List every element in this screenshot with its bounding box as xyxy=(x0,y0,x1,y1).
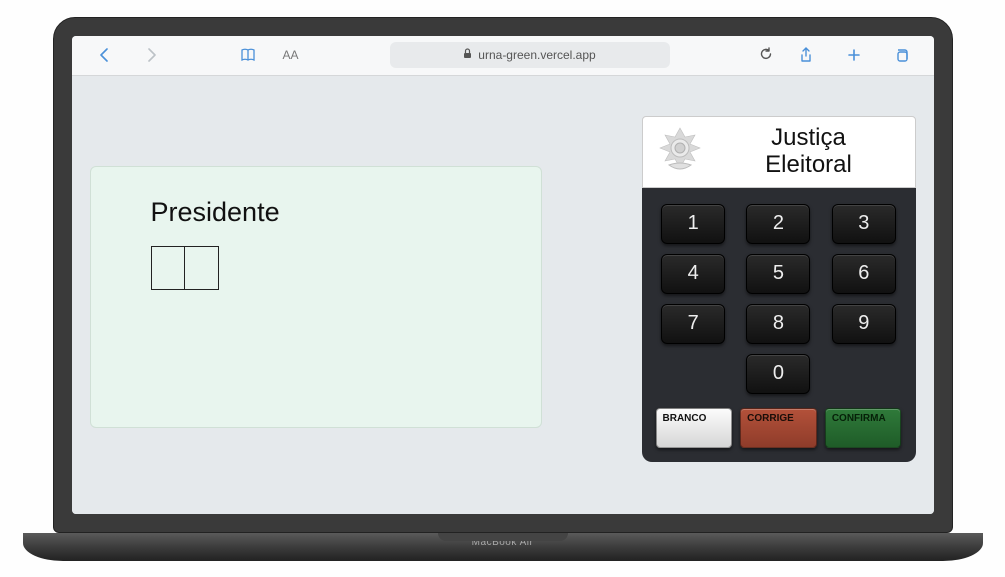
text-size-button[interactable]: AA xyxy=(276,48,306,62)
key-4[interactable]: 4 xyxy=(661,254,725,294)
confirma-button[interactable]: CONFIRMA xyxy=(825,408,902,448)
key-2[interactable]: 2 xyxy=(746,204,810,244)
urna-title: Justiça Eleitoral xyxy=(713,125,905,178)
action-keys: BRANCO CORRIGE CONFIRMA xyxy=(656,408,902,448)
laptop-screen: AA urna-green.vercel.app xyxy=(72,36,934,514)
key-8[interactable]: 8 xyxy=(746,304,810,344)
digit-box-1 xyxy=(151,246,185,290)
chevron-right-icon xyxy=(147,48,157,62)
browser-toolbar: AA urna-green.vercel.app xyxy=(72,36,934,76)
key-0[interactable]: 0 xyxy=(746,354,810,394)
reload-icon xyxy=(759,47,773,61)
digit-input-boxes xyxy=(151,246,481,290)
new-tab-button[interactable] xyxy=(834,41,874,69)
sidebar-toggle-button[interactable] xyxy=(228,41,268,69)
share-button[interactable] xyxy=(786,41,826,69)
reload-button[interactable] xyxy=(754,47,778,64)
address-bar[interactable]: urna-green.vercel.app xyxy=(390,42,670,68)
office-label: Presidente xyxy=(151,197,481,228)
urna-title-line2: Eleitoral xyxy=(713,152,905,178)
urna-header: Justiça Eleitoral xyxy=(642,116,916,188)
laptop-notch xyxy=(438,533,568,541)
laptop-bezel: AA urna-green.vercel.app xyxy=(53,17,953,533)
lock-icon xyxy=(463,48,472,62)
book-icon xyxy=(240,48,256,62)
urna-keypad-panel: 1 2 3 4 5 6 7 8 9 0 BRANCO xyxy=(642,188,916,462)
page-content: Presidente xyxy=(72,76,934,514)
laptop-frame: AA urna-green.vercel.app xyxy=(53,17,953,561)
key-5[interactable]: 5 xyxy=(746,254,810,294)
voting-machine: Justiça Eleitoral 1 2 3 4 5 6 7 xyxy=(642,116,916,462)
tabs-overview-button[interactable] xyxy=(882,41,922,69)
url-text: urna-green.vercel.app xyxy=(478,48,595,62)
laptop-base: MacBook Air xyxy=(23,533,983,561)
key-7[interactable]: 7 xyxy=(661,304,725,344)
digit-box-2 xyxy=(185,246,219,290)
branco-button[interactable]: BRANCO xyxy=(656,408,733,448)
tabs-icon xyxy=(894,48,909,63)
numeric-keypad: 1 2 3 4 5 6 7 8 9 0 xyxy=(656,204,902,394)
key-3[interactable]: 3 xyxy=(832,204,896,244)
back-button[interactable] xyxy=(84,41,124,69)
forward-button[interactable] xyxy=(132,41,172,69)
share-icon xyxy=(799,47,813,63)
chevron-left-icon xyxy=(99,48,109,62)
plus-icon xyxy=(847,48,861,62)
key-1[interactable]: 1 xyxy=(661,204,725,244)
corrige-button[interactable]: CORRIGE xyxy=(740,408,817,448)
voting-display: Presidente xyxy=(90,166,542,428)
key-6[interactable]: 6 xyxy=(832,254,896,294)
brazil-coat-of-arms-icon xyxy=(653,125,707,179)
key-9[interactable]: 9 xyxy=(832,304,896,344)
urna-title-line1: Justiça xyxy=(713,125,905,151)
